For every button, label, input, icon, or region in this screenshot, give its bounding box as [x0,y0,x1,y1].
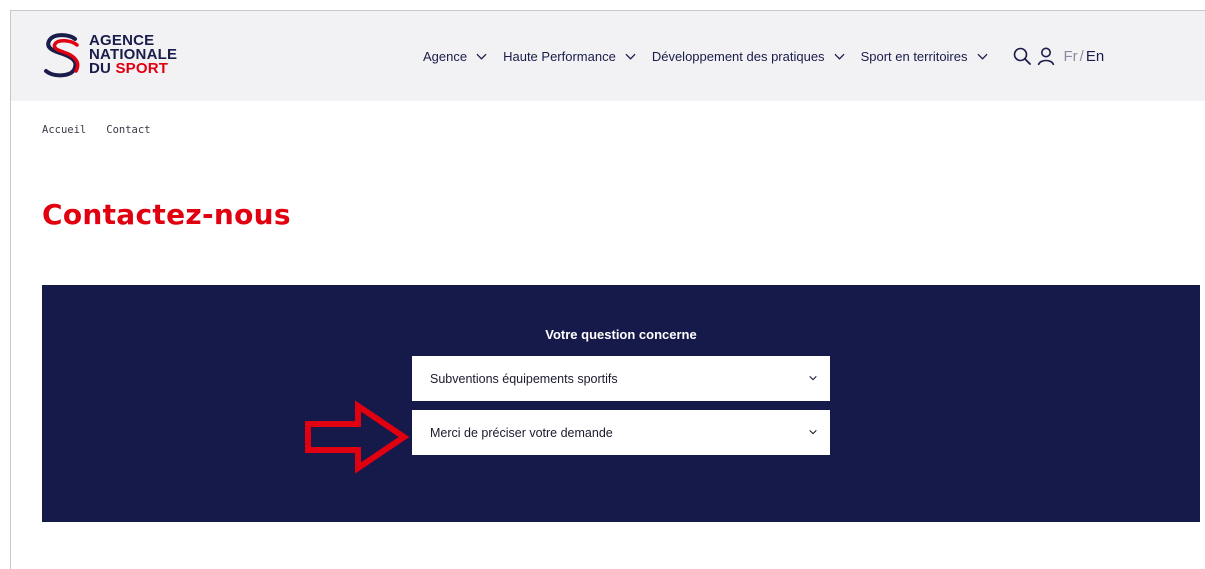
nav-label: Haute Performance [503,48,616,64]
site-header: AGENCE NATIONALE DU SPORT Agence Haute P… [11,11,1205,101]
lang-en-link[interactable]: En [1086,48,1104,65]
nav-label: Sport en territoires [860,48,968,64]
chevron-down-icon [976,53,988,60]
page-frame: AGENCE NATIONALE DU SPORT Agence Haute P… [0,0,1205,569]
main-nav: Agence Haute Performance Développement d… [423,11,1104,101]
breadcrumb: Accueil Contact [42,124,171,136]
logo-text: AGENCE NATIONALE DU SPORT [89,33,177,77]
topic-select-value: Subventions équipements sportifs [430,371,618,386]
logo-du: DU [89,60,112,77]
request-select[interactable]: Merci de préciser votre demande [412,410,830,455]
nav-item-sport-territoires[interactable]: Sport en territoires [861,49,988,64]
contact-form-panel: Votre question concerne Subventions équi… [42,285,1200,522]
nav-item-agence[interactable]: Agence [423,49,487,64]
search-icon[interactable] [1012,46,1032,66]
topic-select[interactable]: Subventions équipements sportifs [412,356,830,401]
logo-s-icon [44,33,80,78]
page-title: Contactez-nous [42,198,291,231]
right-arrow-annotation-icon [305,400,410,474]
question-label: Votre question concerne [545,327,697,342]
breadcrumb-contact[interactable]: Contact [106,124,150,136]
nav-tools: Fr / En [1012,46,1105,66]
language-switcher: Fr / En [1064,48,1105,65]
chevron-down-icon [625,53,636,60]
nav-label: Développement des pratiques [651,48,825,64]
nav-item-developpement[interactable]: Développement des pratiques [652,49,845,64]
breadcrumb-accueil[interactable]: Accueil [42,124,86,136]
nav-item-haute-performance[interactable]: Haute Performance [503,49,636,64]
chevron-down-icon [834,53,845,60]
chevron-down-icon [809,429,817,435]
site-logo[interactable]: AGENCE NATIONALE DU SPORT [41,25,201,85]
chevron-down-icon [809,375,817,381]
lang-separator: / [1079,47,1084,65]
logo-sport: SPORT [115,60,169,77]
nav-label: Agence [423,48,468,64]
user-icon[interactable] [1036,46,1056,66]
lang-fr-link[interactable]: Fr [1064,48,1078,65]
chevron-down-icon [476,53,487,60]
logo-line-3: DU SPORT [89,60,177,77]
request-select-value: Merci de préciser votre demande [430,425,613,440]
